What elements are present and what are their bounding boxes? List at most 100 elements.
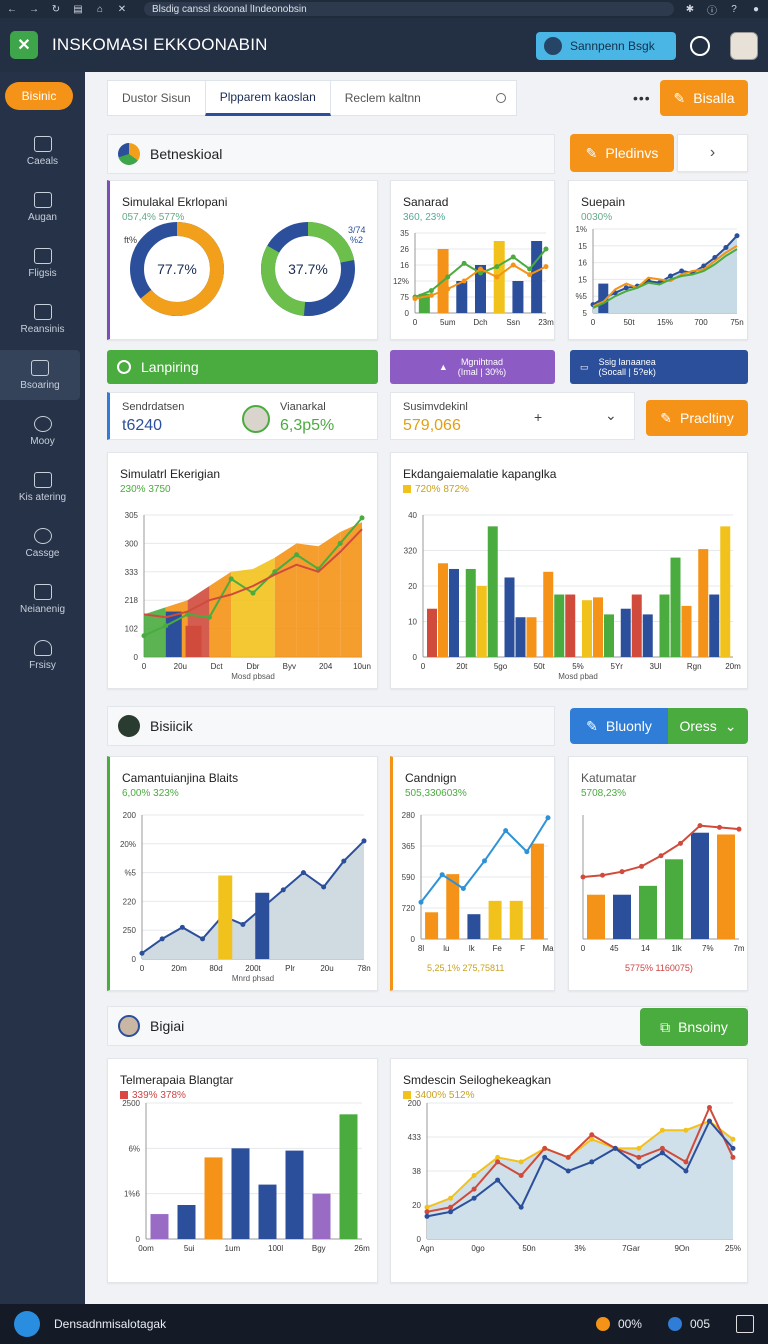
x-tick-label: Dch: [473, 318, 487, 327]
donut2-corner-b: %2: [350, 235, 363, 245]
y-tick-label: 0: [417, 1235, 422, 1244]
bisalla-button[interactable]: ✎ Bisalla: [660, 80, 748, 116]
data-point: [510, 262, 516, 268]
pracltiny-button[interactable]: ✎ Pracltiny: [646, 400, 748, 436]
tab-dustor-sisun[interactable]: Dustor Sisun: [108, 80, 205, 116]
tab-plpparem-kaoslan[interactable]: Plpparem kaoslan: [204, 80, 331, 116]
back-icon[interactable]: ←: [6, 4, 18, 15]
section-header-bisiicik: Bisiicik: [107, 706, 555, 746]
sidebar-item-reansinis[interactable]: Reansinis: [0, 294, 85, 344]
bar: [312, 1193, 331, 1239]
data-point: [543, 264, 549, 270]
data-point: [337, 540, 343, 546]
next-button[interactable]: ›: [677, 134, 748, 172]
x-tick-label: 200t: [245, 964, 261, 973]
help-icon[interactable]: ?: [728, 4, 740, 15]
data-point: [717, 824, 722, 830]
area-segment: [340, 522, 362, 657]
donut2-label: 37.7%: [288, 261, 328, 277]
data-point: [341, 858, 347, 864]
x-tick-label: 20u: [320, 964, 333, 973]
plus-icon[interactable]: +: [534, 409, 542, 425]
more-icon[interactable]: •••: [633, 90, 651, 106]
data-point: [495, 1177, 501, 1183]
home-icon[interactable]: ⌂: [94, 4, 106, 15]
bar: [720, 526, 731, 657]
edit-icon: [31, 359, 49, 376]
info-icon[interactable]: ⓘ: [706, 2, 718, 17]
data-point: [565, 1168, 571, 1174]
bar: [531, 241, 543, 313]
bar: [467, 914, 481, 939]
x-tick-label: 78n: [357, 964, 370, 973]
bar: [456, 281, 468, 313]
extension-icon[interactable]: ✱: [684, 4, 696, 15]
mgnihtnad-tile[interactable]: ▲ Mgnihtnad (Imal | 30%): [390, 350, 555, 384]
fullscreen-icon[interactable]: [736, 1315, 754, 1333]
mini-chart-2: Suepain 0030% 1% 15 16 15 %5 5 0 50t 15% 700 75n: [568, 180, 748, 340]
x-tick-label: 5%: [572, 662, 584, 671]
app-logo-icon: ✕: [10, 31, 38, 59]
x-tick-label: 0om: [138, 1244, 154, 1253]
sidebar-item-bsoaring[interactable]: Bsoaring: [0, 350, 80, 400]
data-point: [697, 823, 703, 829]
y-tick-label: 6%: [128, 1144, 140, 1153]
bar: [509, 900, 523, 939]
forward-icon[interactable]: →: [28, 4, 40, 15]
sidebar-item-caeals[interactable]: Caeals: [0, 126, 85, 176]
sidebar-item-augan[interactable]: Augan: [0, 182, 85, 232]
address-bar[interactable]: Blsdig canssl ɛkoonal lIndeonobsin: [144, 2, 674, 16]
x-tick-label: F: [520, 944, 525, 953]
close-icon[interactable]: ✕: [116, 4, 128, 15]
section-title: Bisiicik: [150, 718, 193, 734]
data-point: [518, 1204, 524, 1210]
x-tick-label: 5go: [494, 662, 508, 671]
sidebar-item-kis-atering[interactable]: Kis atering: [0, 462, 85, 512]
y-tick-label: 0: [405, 309, 410, 318]
bluonly-button[interactable]: ✎ Bluonly: [570, 708, 668, 744]
r33-plot: 0 45 14 1lk 7% 7m 5775% 1160075): [580, 815, 745, 973]
tile-label: Ssig lanaanea (Socall | 5?ek): [598, 357, 656, 377]
x-tick-label: 1lk: [671, 944, 682, 953]
sidebar-item-neianenig[interactable]: Neianenig: [0, 574, 85, 624]
bar: [177, 1205, 196, 1239]
x-tick-label: 5Yr: [611, 662, 624, 671]
user-avatar[interactable]: [730, 32, 758, 60]
search-button[interactable]: Sannpenn Bsgk: [536, 32, 676, 60]
big1-plot: 305 300 333 218 102 00 20u Dct Dbr Byv 204 10un Mosd…: [125, 511, 371, 681]
tab-reclem-kaltnn[interactable]: Reclem kaltnn: [331, 80, 435, 116]
lanpiring-tile[interactable]: Lanpiring: [107, 350, 378, 384]
data-point: [428, 288, 434, 294]
ssig-tile[interactable]: ▭ Ssig lanaanea (Socall | 5?ek): [570, 350, 748, 384]
tabs-icon[interactable]: ▤: [72, 4, 84, 15]
data-point: [478, 266, 483, 272]
x-tick-label: 0: [421, 662, 426, 671]
search-icon[interactable]: [496, 93, 506, 103]
x-axis-label: Mosd pbsad: [231, 672, 275, 681]
oress-dropdown[interactable]: Oress ⌄: [668, 708, 748, 744]
stat-card-1: Sendrdatsen t6240 Vianarkal 6,3p5%: [107, 392, 378, 440]
sidebar-item-fligsis[interactable]: Fligsis: [0, 238, 85, 288]
sidebar-item-mooy[interactable]: Mooy: [0, 406, 85, 456]
bar: [543, 571, 554, 657]
profile-icon[interactable]: ●: [750, 4, 762, 15]
bnsoiny-button[interactable]: ⧉ Bnsoiny: [640, 1008, 748, 1046]
sidebar-item-frsisy[interactable]: Frsisy: [0, 630, 85, 680]
big-chart-1: Simulatrl Ekerigian 230% 3750 305 300 333 2…: [107, 452, 378, 689]
url-text: Blsdig canssl ɛkoonal lIndeonobsin: [152, 3, 307, 15]
data-point: [730, 1145, 736, 1151]
notification-icon[interactable]: [690, 36, 710, 56]
bar: [185, 625, 202, 657]
pledinvs-button[interactable]: ✎ Pledinvs: [570, 134, 674, 172]
sidebar-cta-button[interactable]: Bisinic: [5, 82, 73, 110]
x-tick-label: 0: [140, 964, 145, 973]
data-point: [683, 1168, 689, 1174]
x-tick-label: Dct: [211, 662, 224, 671]
reload-icon[interactable]: ↻: [50, 4, 62, 15]
y-tick-label: 590: [402, 873, 416, 882]
data-point: [163, 623, 169, 629]
data-point: [439, 872, 445, 878]
leaf-icon: [33, 527, 52, 544]
sidebar-item-cassge[interactable]: Cassge: [0, 518, 85, 568]
chevron-down-icon[interactable]: ⌄: [605, 407, 617, 424]
